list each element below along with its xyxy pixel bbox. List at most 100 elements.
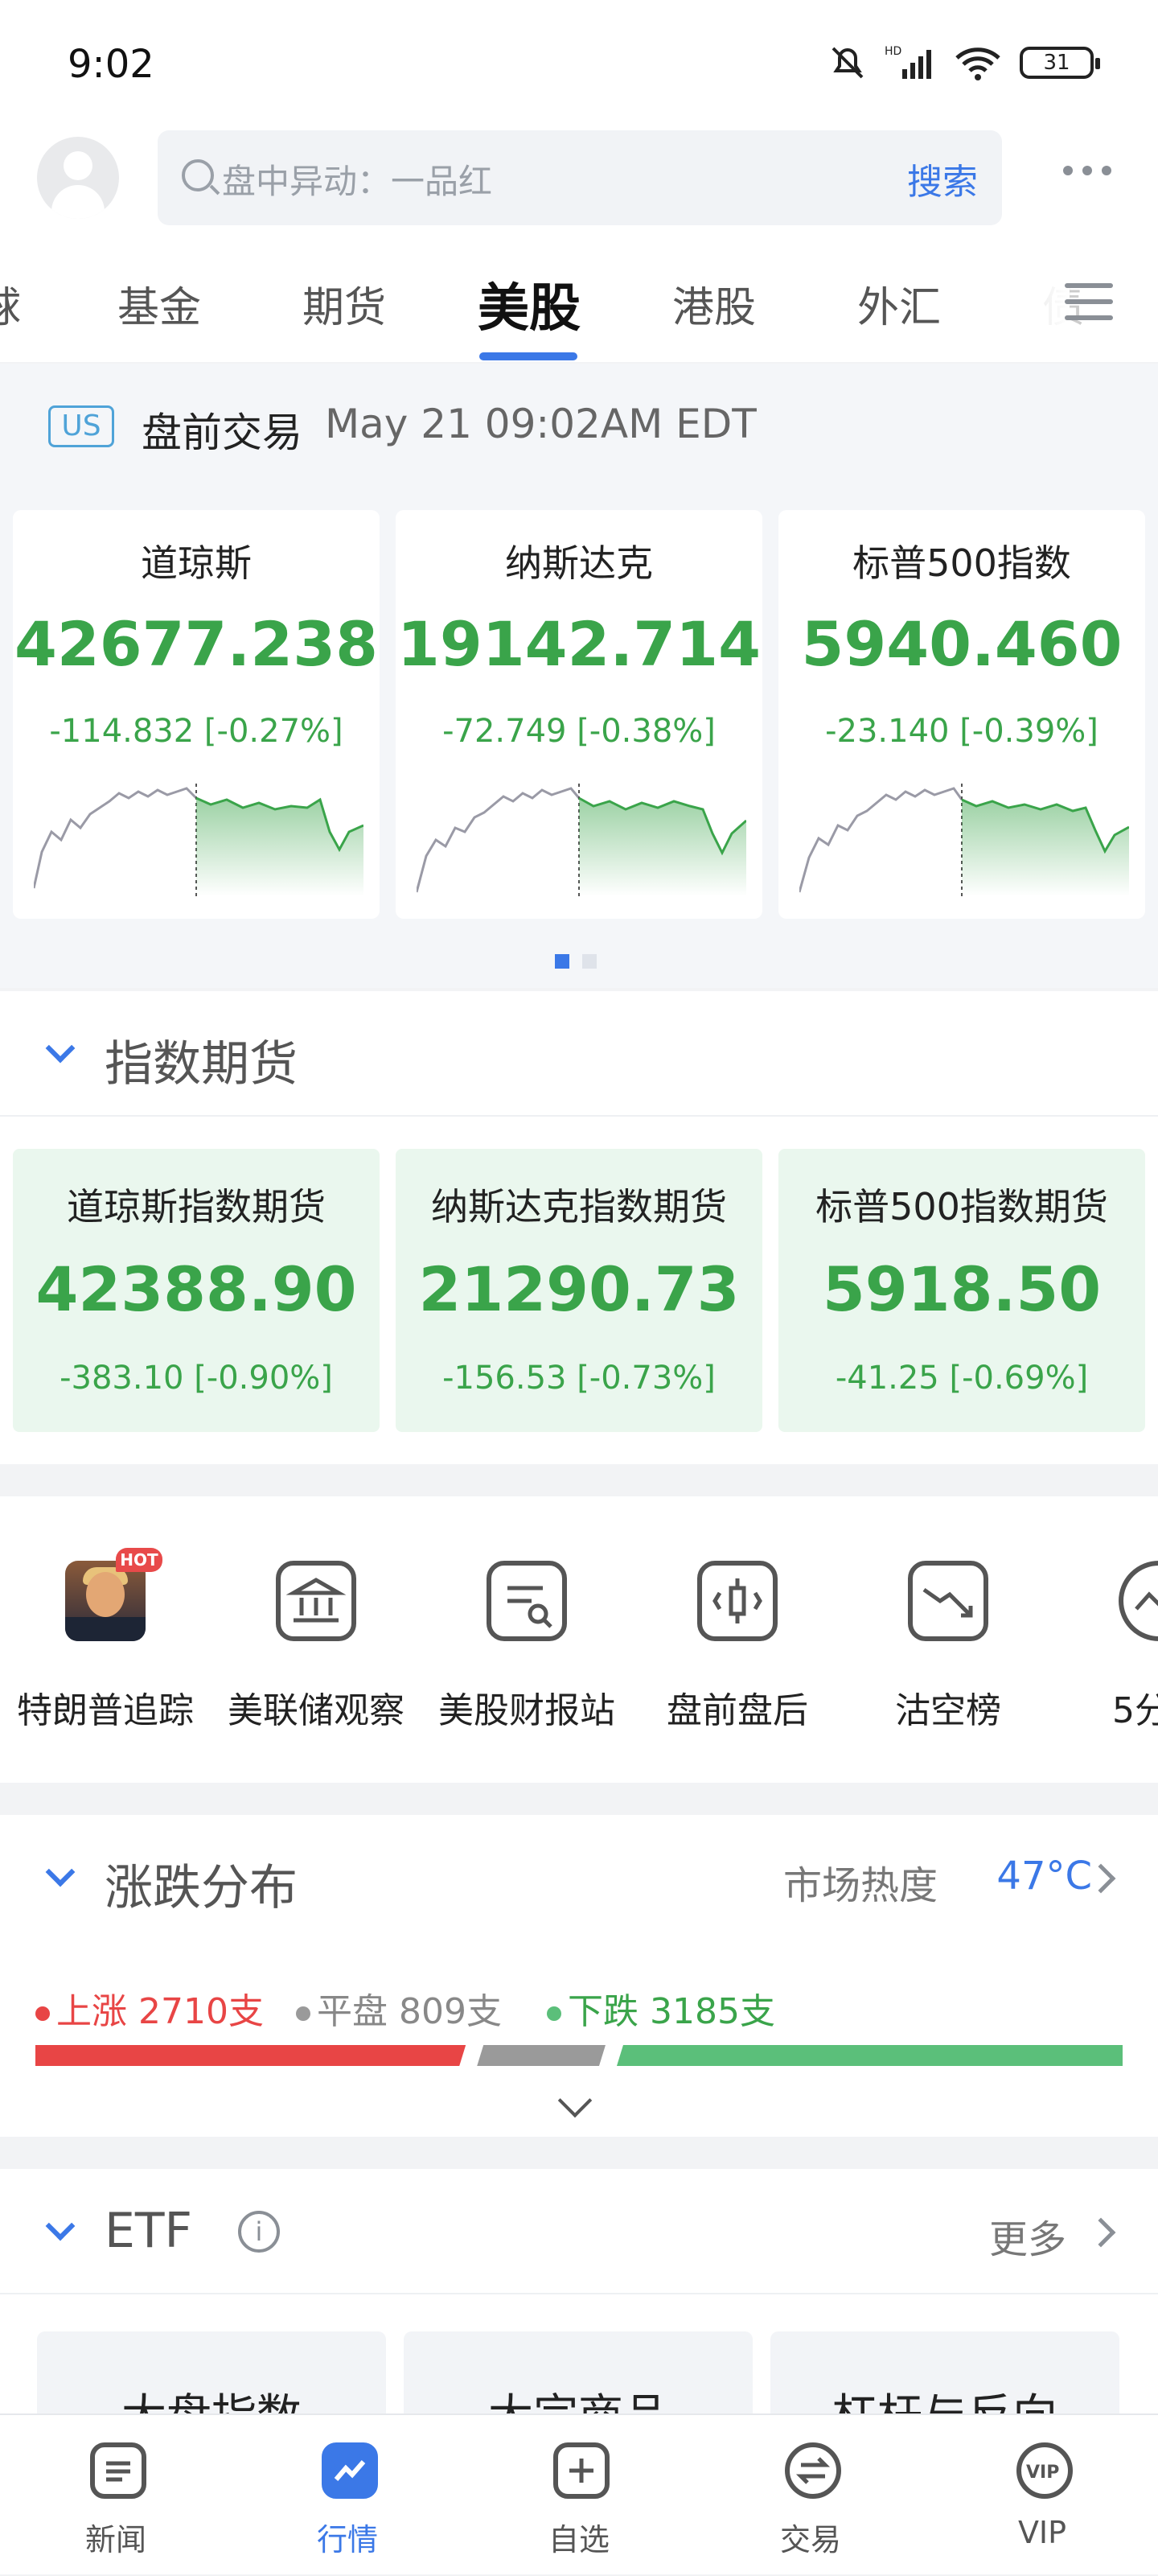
avatar[interactable] — [37, 137, 119, 219]
futures-section: 指数期货 道琼斯指数期货 42388.90 -383.10 [-0.90%] 纳… — [0, 991, 1158, 1464]
future-price: 42388.90 — [35, 1253, 357, 1325]
tool-earnings[interactable]: 美股财报站 — [421, 1561, 632, 1762]
downtrend-icon — [908, 1561, 988, 1641]
index-sparkline — [799, 784, 1129, 896]
carousel-dots — [555, 954, 597, 969]
tool-label: 沽空榜 — [895, 1690, 1001, 1731]
distribution-bar-down — [616, 2045, 1123, 2066]
more-icon[interactable] — [1063, 166, 1111, 175]
tool-5min[interactable]: 5分钟 — [1053, 1561, 1158, 1762]
tab-hk-stocks[interactable]: 港股 — [672, 274, 756, 334]
collapse-chevron-icon[interactable] — [45, 1033, 76, 1064]
future-change: -156.53 [-0.73%] — [442, 1360, 716, 1397]
search-icon — [182, 159, 214, 191]
tool-label: 盘前盘后 — [667, 1690, 808, 1731]
distribution-header[interactable]: 涨跌分布 市场热度 47°C — [0, 1815, 1158, 1940]
index-change: -23.140 [-0.39%] — [825, 713, 1098, 750]
legend-down: 下跌 3185支 — [547, 1982, 775, 2034]
index-sparkline — [34, 784, 363, 896]
index-change: -114.832 [-0.27%] — [49, 713, 343, 750]
battery-icon: 31 — [1020, 47, 1100, 79]
nav-trade[interactable]: 交易 — [695, 2415, 926, 2576]
legend-flat: 平盘 809支 — [296, 1982, 502, 2034]
status-icons: HD 31 — [828, 43, 1100, 82]
report-search-icon — [487, 1561, 567, 1641]
etf-more-link[interactable]: 更多 — [989, 2208, 1066, 2264]
news-icon — [90, 2442, 146, 2499]
expand-chevron-icon[interactable] — [557, 2083, 593, 2118]
tool-label: 特朗普追踪 — [17, 1690, 194, 1731]
tab-forex[interactable]: 外汇 — [857, 274, 941, 334]
etf-header[interactable]: ETF i 更多 — [0, 2169, 1158, 2294]
index-card-dow[interactable]: 道琼斯 42677.238 -114.832 [-0.27%] — [13, 510, 380, 919]
tool-label: 5分钟 — [1112, 1690, 1158, 1731]
mute-icon — [832, 47, 864, 79]
legend-up: 上涨 2710支 — [35, 1982, 264, 2034]
future-price: 21290.73 — [418, 1253, 740, 1325]
future-card-dow[interactable]: 道琼斯指数期货 42388.90 -383.10 [-0.90%] — [13, 1149, 380, 1432]
bottom-nav: 新闻 行情 自选 交易 VIP VIP — [0, 2413, 1158, 2574]
index-price: 5940.460 — [801, 608, 1123, 680]
nav-label: 交易 — [779, 2522, 841, 2557]
us-badge: US — [48, 405, 114, 447]
distribution-section: 涨跌分布 市场热度 47°C 上涨 2710支 平盘 809支 下跌 3185支 — [0, 1815, 1158, 2137]
future-card-nasdaq[interactable]: 纳斯达克指数期货 21290.73 -156.53 [-0.73%] — [396, 1149, 762, 1432]
status-bar: 9:02 HD 31 — [0, 0, 1158, 121]
nav-label: VIP — [1017, 2515, 1067, 2550]
collapse-chevron-icon[interactable] — [45, 1857, 76, 1887]
tool-pre-post-market[interactable]: 盘前盘后 — [632, 1561, 843, 1762]
future-change: -41.25 [-0.69%] — [835, 1360, 1089, 1397]
nav-label: 自选 — [548, 2522, 610, 2557]
tab-us-stocks[interactable]: 美股 — [478, 267, 581, 341]
tab-futures[interactable]: 期货 — [302, 274, 386, 334]
info-icon[interactable]: i — [238, 2211, 280, 2253]
legend-up-text: 上涨 2710支 — [56, 1991, 264, 2032]
collapse-chevron-icon[interactable] — [45, 2211, 76, 2241]
nav-watchlist[interactable]: 自选 — [463, 2415, 695, 2576]
index-name: 纳斯达克 — [505, 541, 653, 585]
premarket-time: May 21 09:02AM EDT — [325, 401, 757, 447]
market-heat-label: 市场热度 — [782, 1863, 938, 1908]
index-name: 道琼斯 — [141, 541, 252, 585]
legend-down-text: 下跌 3185支 — [568, 1991, 775, 2032]
search-box[interactable]: 盘中异动：一品红 搜索 — [158, 130, 1002, 225]
tool-fed-watch[interactable]: 美联储观察 — [211, 1561, 421, 1762]
tool-label: 美联储观察 — [228, 1690, 404, 1731]
search-input[interactable]: 盘中异动：一品红 — [222, 154, 492, 204]
chevron-right-icon[interactable] — [1086, 2217, 1116, 2248]
premarket-bar: US 盘前交易 May 21 09:02AM EDT — [0, 364, 1158, 489]
candlestick-icon — [697, 1561, 778, 1641]
market-tabs: 球 基金 期货 美股 港股 外汇 债 — [0, 233, 1158, 362]
search-button[interactable]: 搜索 — [907, 153, 978, 204]
wifi-icon — [955, 47, 1000, 80]
menu-icon[interactable] — [1065, 283, 1113, 320]
top-bar: 盘中异动：一品红 搜索 — [0, 121, 1158, 233]
svg-text:HD: HD — [885, 45, 901, 58]
distribution-bar-up — [35, 2045, 466, 2066]
future-change: -383.10 [-0.90%] — [60, 1360, 333, 1397]
distribution-bar-flat — [477, 2045, 606, 2066]
index-cards: 道琼斯 42677.238 -114.832 [-0.27%] 纳斯达克 191… — [0, 489, 1158, 988]
pulse-icon — [1119, 1561, 1158, 1641]
futures-title: 指数期货 — [105, 1036, 298, 1093]
futures-header[interactable]: 指数期货 — [0, 991, 1158, 1117]
signal-icon: HD — [885, 45, 931, 79]
index-card-nasdaq[interactable]: 纳斯达克 19142.714 -72.749 [-0.38%] — [396, 510, 762, 919]
distribution-title: 涨跌分布 — [105, 1860, 298, 1916]
nav-market[interactable]: 行情 — [232, 2415, 463, 2576]
hot-badge: HOT — [116, 1548, 162, 1572]
tool-trump-tracker[interactable]: HOT 特朗普追踪 — [0, 1548, 211, 1762]
tool-label: 美股财报站 — [438, 1690, 615, 1731]
future-card-sp500[interactable]: 标普500指数期货 5918.50 -41.25 [-0.69%] — [778, 1149, 1145, 1432]
index-card-sp500[interactable]: 标普500指数 5940.460 -23.140 [-0.39%] — [778, 510, 1145, 919]
etf-title: ETF — [105, 2203, 193, 2259]
nav-news[interactable]: 新闻 — [0, 2415, 232, 2576]
tab-funds[interactable]: 基金 — [117, 274, 201, 334]
tool-short-list[interactable]: 沽空榜 — [843, 1561, 1053, 1762]
nav-vip[interactable]: VIP VIP — [926, 2415, 1158, 2576]
tab-global[interactable]: 球 — [0, 274, 21, 334]
nav-label: 行情 — [316, 2522, 378, 2557]
market-heat-value[interactable]: 47°C — [996, 1854, 1092, 1899]
nav-label: 新闻 — [84, 2522, 146, 2557]
plus-icon — [553, 2442, 610, 2499]
